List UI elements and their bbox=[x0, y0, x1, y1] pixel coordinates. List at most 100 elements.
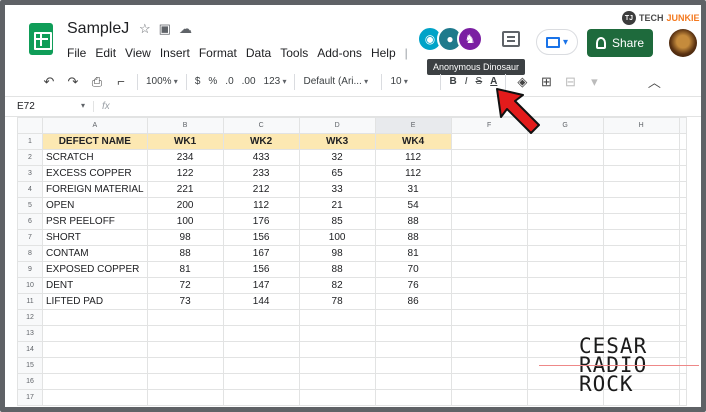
cell[interactable] bbox=[526, 197, 604, 214]
present-button[interactable]: ▾ bbox=[536, 29, 578, 55]
cell[interactable]: WK1 bbox=[146, 133, 224, 150]
cell[interactable] bbox=[298, 389, 376, 406]
menu-data[interactable]: Data bbox=[246, 46, 271, 60]
cell[interactable] bbox=[374, 309, 452, 326]
cell[interactable]: 21 bbox=[298, 197, 376, 214]
cell[interactable]: 147 bbox=[222, 277, 300, 294]
row-header[interactable]: 12 bbox=[17, 309, 43, 326]
cell[interactable]: PSR PEELOFF bbox=[42, 213, 148, 230]
cell[interactable]: 33 bbox=[298, 181, 376, 198]
anonymous-dinosaur-avatar-icon[interactable]: ♞ bbox=[457, 26, 483, 52]
cell[interactable] bbox=[42, 341, 148, 358]
menu-view[interactable]: View bbox=[125, 46, 151, 60]
cell[interactable] bbox=[602, 149, 680, 166]
cell[interactable] bbox=[374, 325, 452, 342]
menu-addons[interactable]: Add-ons bbox=[317, 46, 362, 60]
cell[interactable]: LIFTED PAD bbox=[42, 293, 148, 310]
column-header-d[interactable]: D bbox=[298, 117, 376, 134]
cell[interactable] bbox=[602, 245, 680, 262]
cell[interactable]: 98 bbox=[146, 229, 224, 246]
cell[interactable]: 112 bbox=[374, 149, 452, 166]
column-header-b[interactable]: B bbox=[146, 117, 224, 134]
cell[interactable] bbox=[450, 229, 528, 246]
cell[interactable]: 78 bbox=[298, 293, 376, 310]
redo-icon[interactable]: ↷ bbox=[65, 74, 81, 90]
cell[interactable] bbox=[450, 197, 528, 214]
cell[interactable] bbox=[450, 149, 528, 166]
cell[interactable] bbox=[526, 261, 604, 278]
cell[interactable]: 100 bbox=[146, 213, 224, 230]
more-formats-select[interactable]: 123 bbox=[264, 76, 287, 87]
cell[interactable] bbox=[526, 277, 604, 294]
cell[interactable] bbox=[374, 341, 452, 358]
cell[interactable]: 73 bbox=[146, 293, 224, 310]
cell[interactable] bbox=[602, 229, 680, 246]
increase-decimal-button[interactable]: .00 bbox=[242, 76, 256, 87]
cell[interactable] bbox=[450, 261, 528, 278]
cell[interactable] bbox=[450, 245, 528, 262]
cell[interactable] bbox=[222, 357, 300, 374]
row-header[interactable]: 4 bbox=[17, 181, 43, 198]
cell[interactable] bbox=[146, 357, 224, 374]
collapse-toolbar-icon[interactable]: ︿ bbox=[646, 72, 662, 91]
cell[interactable] bbox=[450, 357, 528, 374]
cell[interactable] bbox=[374, 357, 452, 374]
cell[interactable]: OPEN bbox=[42, 197, 148, 214]
cell[interactable] bbox=[450, 165, 528, 182]
cell[interactable]: 233 bbox=[222, 165, 300, 182]
cell[interactable] bbox=[526, 213, 604, 230]
row-header[interactable]: 11 bbox=[17, 293, 43, 310]
cell[interactable]: CONTAM bbox=[42, 245, 148, 262]
cell[interactable] bbox=[526, 245, 604, 262]
user-avatar[interactable] bbox=[669, 29, 697, 57]
row-header[interactable]: 14 bbox=[17, 341, 43, 358]
cell[interactable] bbox=[450, 213, 528, 230]
row-header[interactable]: 6 bbox=[17, 213, 43, 230]
cell[interactable]: EXCESS COPPER bbox=[42, 165, 148, 182]
menu-format[interactable]: Format bbox=[199, 46, 237, 60]
cell[interactable]: WK4 bbox=[374, 133, 452, 150]
cell[interactable]: 76 bbox=[374, 277, 452, 294]
cell[interactable]: 32 bbox=[298, 149, 376, 166]
row-header[interactable]: 16 bbox=[17, 373, 43, 390]
strikethrough-button[interactable]: S bbox=[476, 76, 483, 87]
cell[interactable] bbox=[146, 373, 224, 390]
cell[interactable] bbox=[298, 373, 376, 390]
cell[interactable] bbox=[450, 341, 528, 358]
column-header-e[interactable]: E bbox=[374, 117, 452, 134]
cell[interactable]: 200 bbox=[146, 197, 224, 214]
zoom-select[interactable]: 100% bbox=[146, 76, 178, 87]
cell[interactable] bbox=[222, 373, 300, 390]
cell[interactable] bbox=[42, 389, 148, 406]
menu-help[interactable]: Help bbox=[371, 46, 396, 60]
cell[interactable] bbox=[374, 373, 452, 390]
cell[interactable] bbox=[42, 309, 148, 326]
cell[interactable] bbox=[602, 213, 680, 230]
cell[interactable]: 212 bbox=[222, 181, 300, 198]
cell[interactable]: WK2 bbox=[222, 133, 300, 150]
cell[interactable] bbox=[42, 373, 148, 390]
cell[interactable] bbox=[450, 309, 528, 326]
cell[interactable]: 88 bbox=[374, 213, 452, 230]
row-header[interactable]: 10 bbox=[17, 277, 43, 294]
merge-cells-icon[interactable]: ⊟ bbox=[562, 74, 578, 90]
cell[interactable]: DENT bbox=[42, 277, 148, 294]
cell[interactable]: 112 bbox=[222, 197, 300, 214]
cell[interactable] bbox=[222, 389, 300, 406]
cell[interactable] bbox=[602, 165, 680, 182]
cell[interactable] bbox=[450, 325, 528, 342]
cell[interactable]: 81 bbox=[146, 261, 224, 278]
row-header[interactable]: 7 bbox=[17, 229, 43, 246]
cell[interactable]: 176 bbox=[222, 213, 300, 230]
cell[interactable] bbox=[146, 341, 224, 358]
cell[interactable] bbox=[298, 341, 376, 358]
row-header[interactable]: 17 bbox=[17, 389, 43, 406]
row-header[interactable]: 8 bbox=[17, 245, 43, 262]
row-header[interactable]: 2 bbox=[17, 149, 43, 166]
cell[interactable]: 70 bbox=[374, 261, 452, 278]
cell[interactable]: 72 bbox=[146, 277, 224, 294]
cell[interactable]: 88 bbox=[146, 245, 224, 262]
cell[interactable]: FOREIGN MATERIAL bbox=[42, 181, 148, 198]
move-folder-icon[interactable]: ▣ bbox=[159, 21, 171, 37]
cell[interactable] bbox=[42, 357, 148, 374]
